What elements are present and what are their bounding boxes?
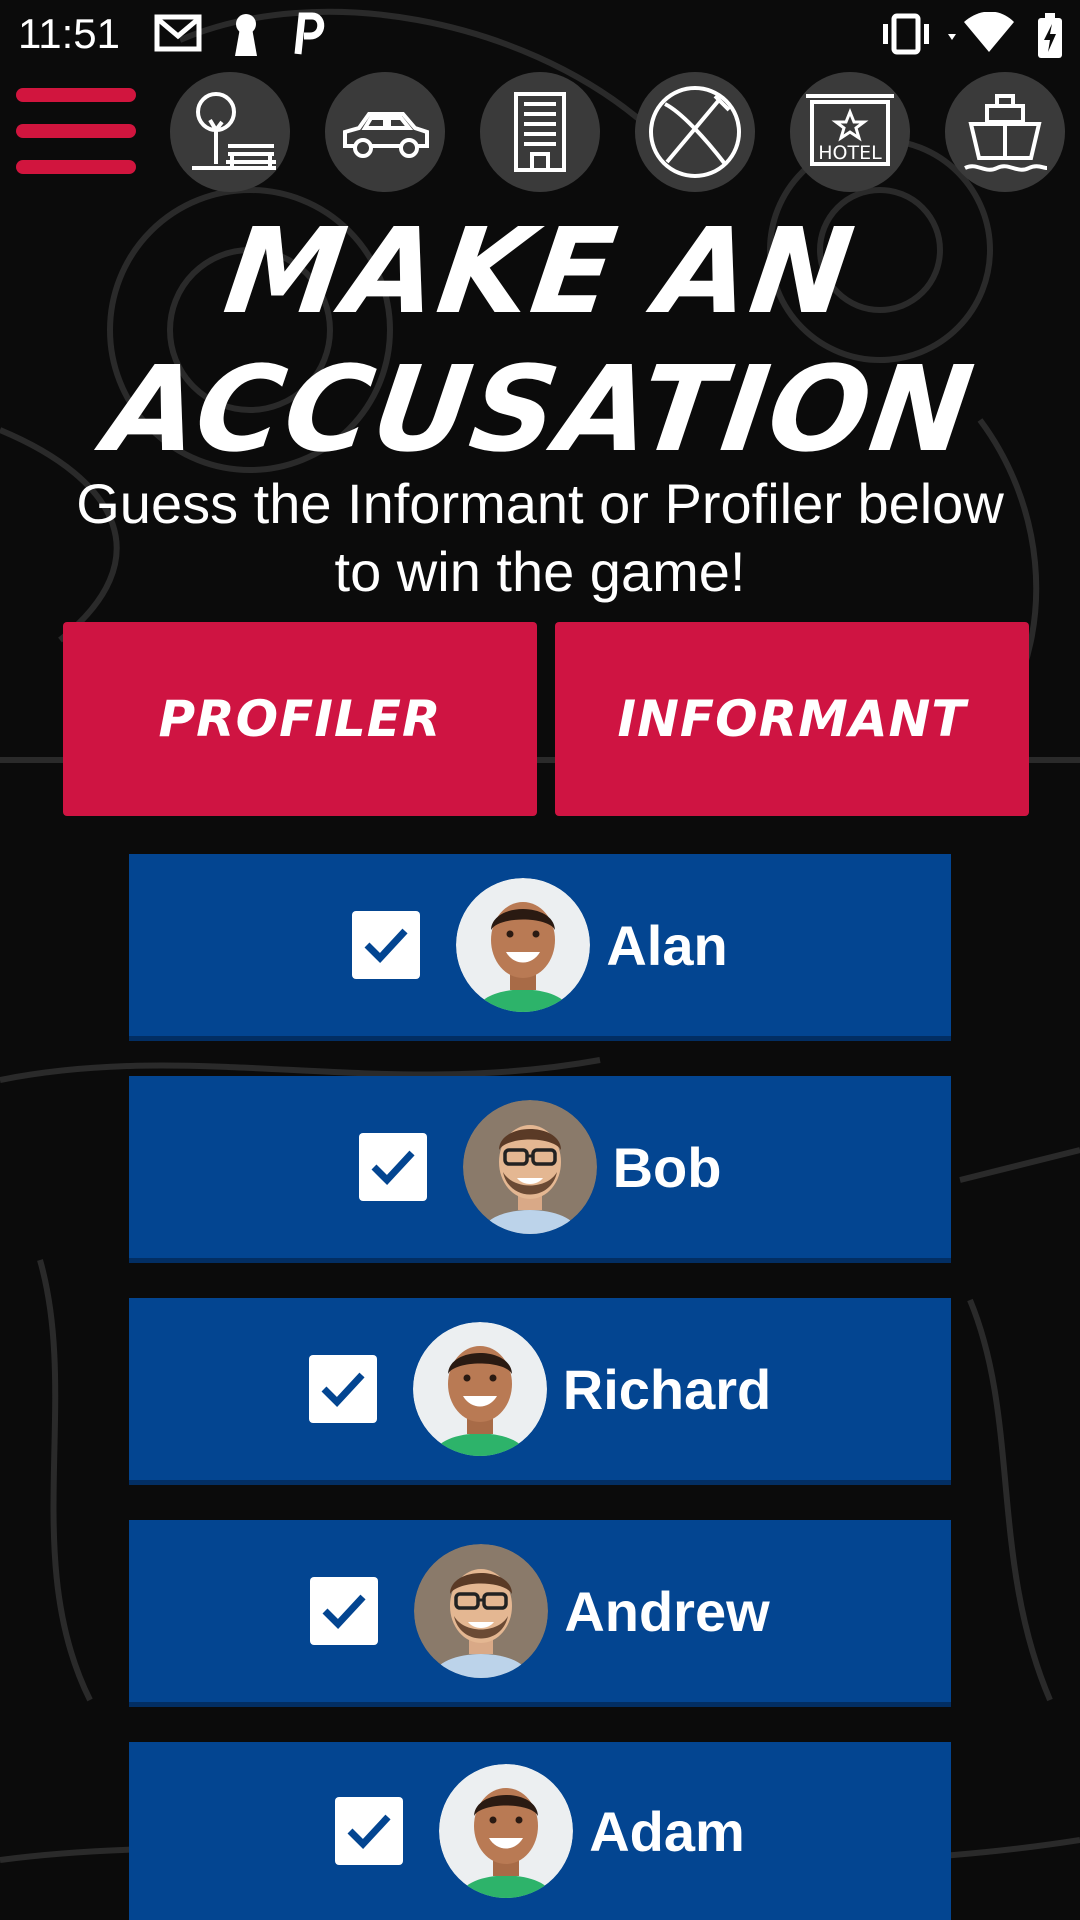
profiler-button[interactable]: PROFILER [63, 622, 537, 816]
suspect-row[interactable]: Bob [129, 1076, 951, 1258]
suspect-name: Andrew [564, 1579, 770, 1643]
hotel-sign-icon: HOTEL [806, 94, 894, 166]
location-restaurant-button[interactable] [635, 72, 755, 192]
location-ship-button[interactable] [945, 72, 1065, 192]
informant-button[interactable]: INFORMANT [555, 622, 1029, 816]
checkmark-icon [364, 928, 408, 964]
suspect-name: Alan [606, 913, 728, 977]
title-line-1: MAKE AN [217, 202, 863, 340]
suspect-row[interactable]: Andrew [129, 1520, 951, 1702]
office-building-icon [514, 92, 566, 172]
suspect-row[interactable]: Adam [129, 1742, 951, 1920]
checkmark-icon [347, 1814, 391, 1850]
location-hotel-button[interactable]: HOTEL [790, 72, 910, 192]
avatar [412, 1322, 547, 1456]
suspect-name: Bob [612, 1135, 722, 1199]
suspect-name: Richard [562, 1357, 772, 1421]
ship-icon [964, 94, 1048, 172]
fork-knife-icon [649, 86, 741, 178]
suspect-checkbox[interactable] [335, 1797, 404, 1865]
suspect-row[interactable]: Richard [129, 1298, 951, 1480]
subtitle: Guess the Informant or Profiler below to… [76, 472, 1004, 603]
avatar [439, 1764, 574, 1898]
suspect-checkbox[interactable] [308, 1355, 377, 1423]
suspect-row[interactable]: Alan [129, 854, 951, 1036]
car-icon [343, 112, 429, 158]
location-nav: HOTEL [0, 0, 1080, 200]
checkmark-icon [371, 1150, 415, 1186]
suspect-checkbox[interactable] [310, 1577, 379, 1645]
checkmark-icon [321, 1372, 365, 1408]
title-line-2: ACCUSATION [97, 340, 983, 478]
avatar [456, 878, 591, 1012]
location-park-button[interactable] [170, 72, 290, 192]
location-car-button[interactable] [325, 72, 445, 192]
avatar [462, 1100, 597, 1234]
avatar [414, 1544, 549, 1678]
suspect-checkbox[interactable] [358, 1133, 427, 1201]
location-office-button[interactable] [480, 72, 600, 192]
park-bench-icon [192, 92, 276, 170]
hotel-sign-label: HOTEL [818, 142, 882, 164]
checkmark-icon [322, 1594, 366, 1630]
suspect-checkbox[interactable] [352, 911, 421, 979]
suspect-name: Adam [589, 1799, 745, 1863]
